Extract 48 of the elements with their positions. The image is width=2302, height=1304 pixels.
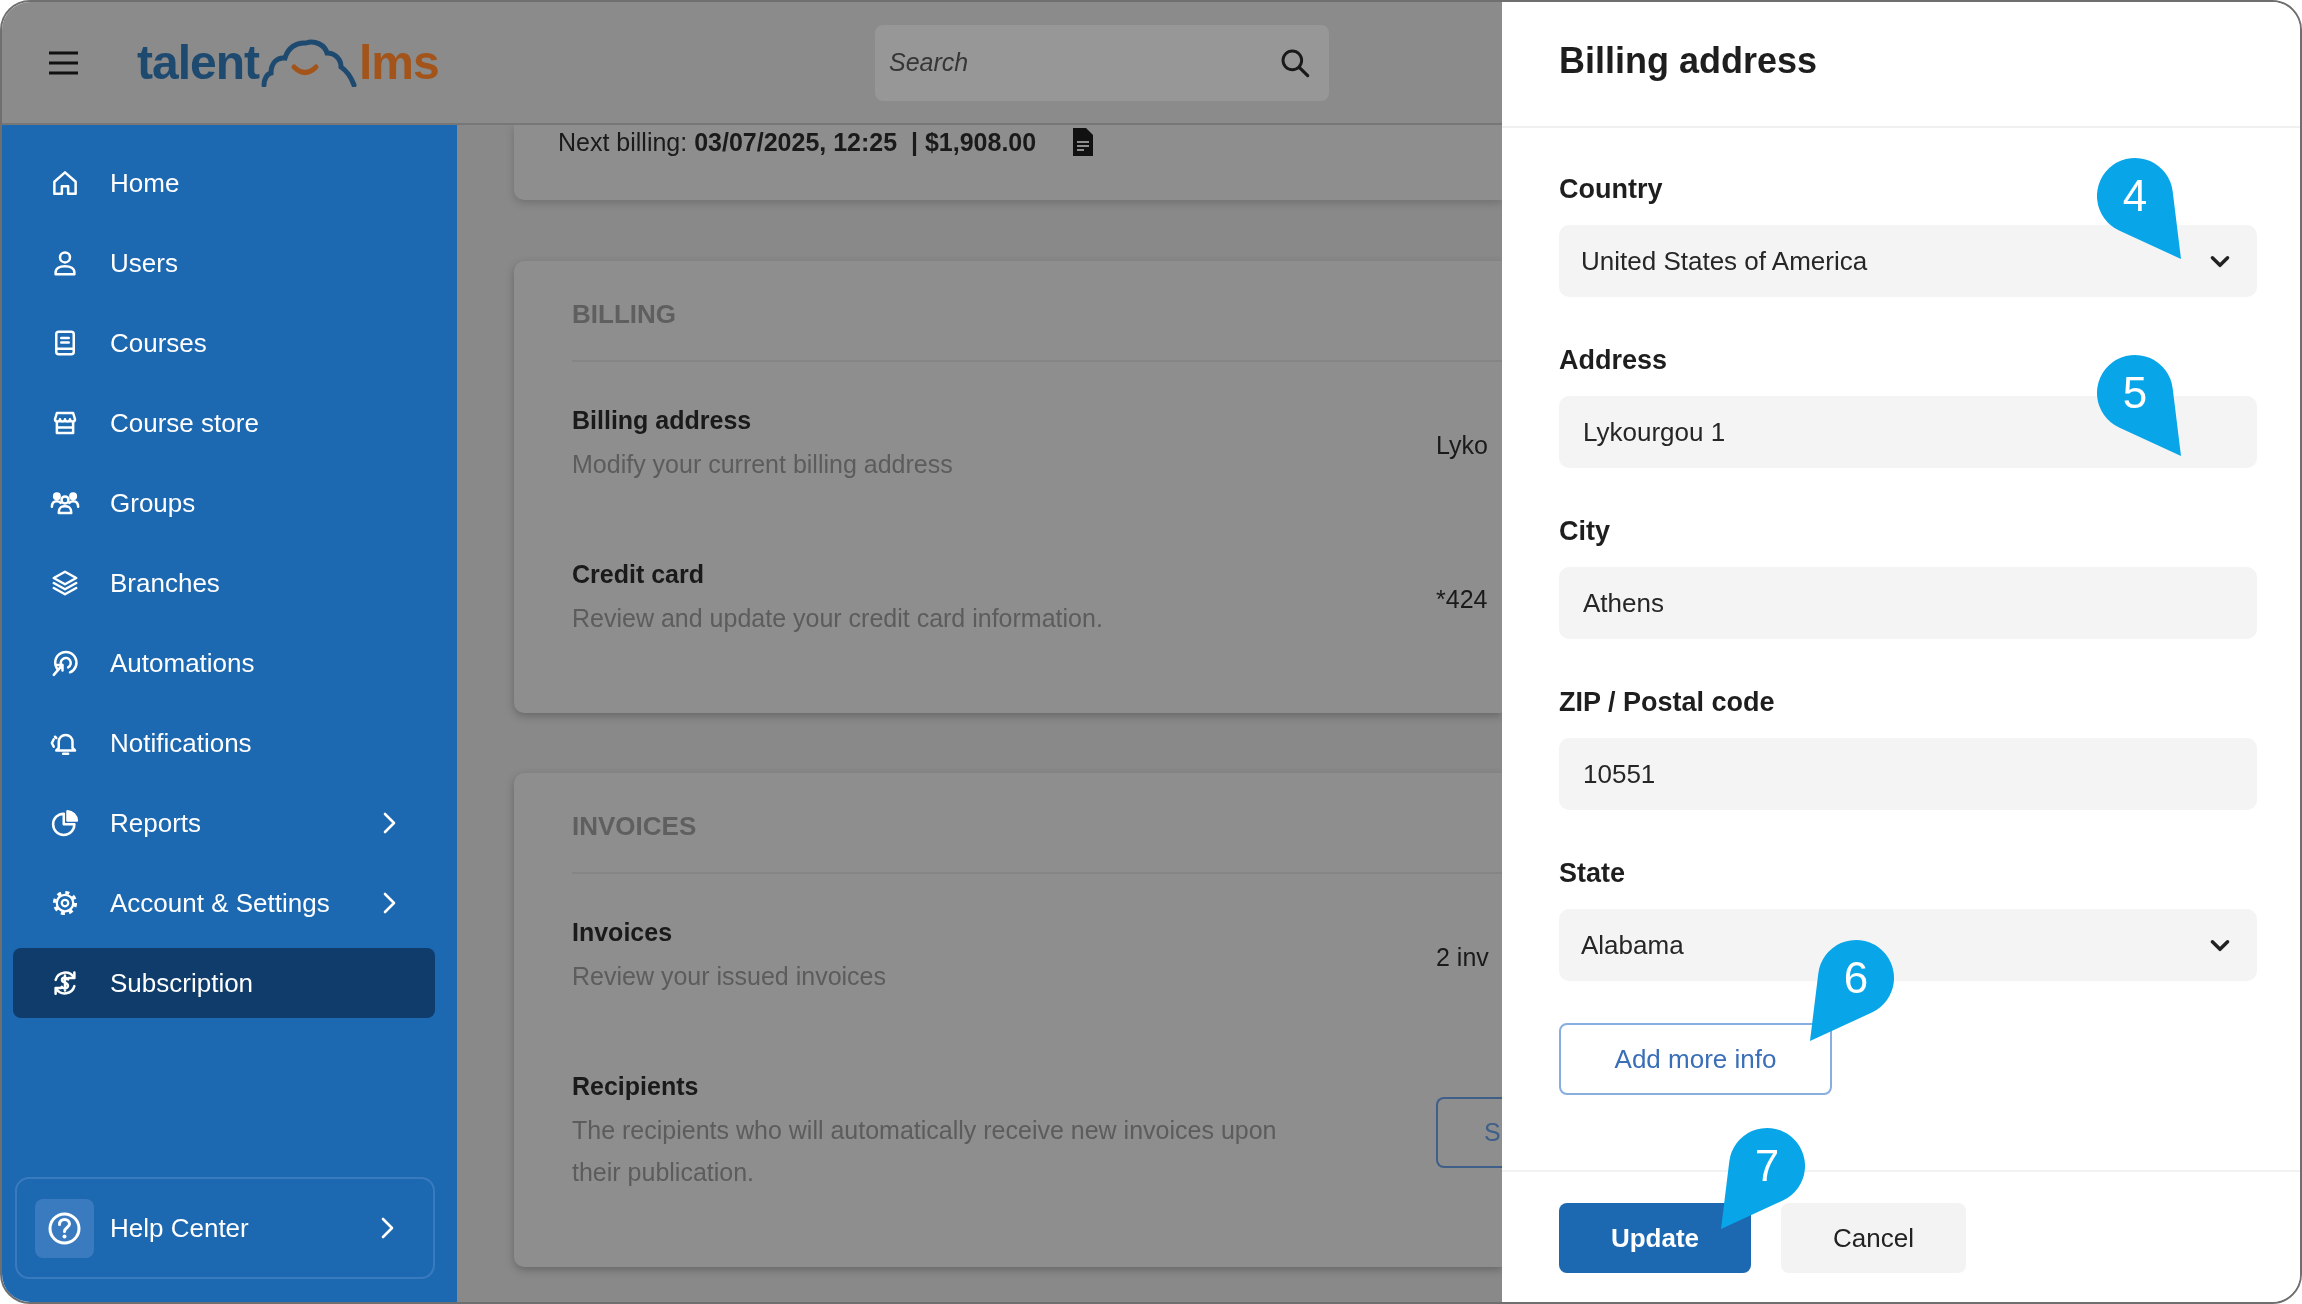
field-label: Address: [1559, 344, 1668, 377]
field-label: Country: [1559, 173, 1663, 206]
home-icon: [50, 168, 80, 198]
field-label: ZIP / Postal code: [1559, 686, 1775, 719]
step-callout: 6: [1808, 938, 1896, 1043]
row-value: Lyko: [1436, 430, 1488, 460]
menu-icon[interactable]: [48, 49, 79, 76]
row-title: Credit card: [572, 559, 704, 589]
sidebar-item[interactable]: Courses: [13, 308, 435, 378]
step-callout: 7: [1719, 1126, 1807, 1231]
help-icon: [35, 1198, 94, 1258]
row-title: Recipients: [572, 1071, 699, 1101]
layers-icon: [50, 568, 80, 598]
sidebar-item[interactable]: Groups: [13, 468, 435, 538]
sidebar-item[interactable]: Course store: [13, 388, 435, 458]
gear-icon: [50, 888, 80, 918]
row-value: *424: [1436, 584, 1488, 614]
step-callout: 4: [2095, 156, 2183, 261]
circular-arrow-icon: [50, 648, 80, 678]
sidebar-item[interactable]: Automations: [13, 628, 435, 698]
help-center-button[interactable]: Help Center: [15, 1177, 435, 1279]
outline-button[interactable]: Add more info: [1559, 1023, 1832, 1095]
panel-title: Billing address: [1559, 40, 1818, 82]
primary-button[interactable]: Update: [1559, 1203, 1751, 1273]
row-title: Invoices: [572, 917, 673, 947]
text-field[interactable]: 10551: [1559, 738, 2257, 810]
step-callout: 5: [2095, 353, 2183, 458]
field-label: State: [1559, 857, 1626, 890]
document-icon[interactable]: [1072, 127, 1095, 157]
sidebar-item[interactable]: Account & Settings: [13, 868, 435, 938]
search-field[interactable]: Search: [875, 24, 1329, 101]
dropdown-field[interactable]: United States of America: [1559, 225, 2257, 297]
text-field[interactable]: Athens: [1559, 567, 2257, 639]
sidebar-item[interactable]: Branches: [13, 548, 435, 618]
sidebar-item[interactable]: Subscription: [13, 948, 435, 1018]
secondary-button[interactable]: Cancel: [1781, 1203, 1966, 1273]
logo-text: talent: [137, 34, 259, 91]
sidebar-item[interactable]: Home: [13, 148, 435, 218]
billing-summary-text: Next billing: 03/07/2025, 12:25 | $1,908.00: [558, 127, 1037, 158]
logo-text: lms: [359, 34, 439, 91]
pie-chart-icon: [50, 808, 80, 838]
row-value: 2 inv: [1436, 942, 1489, 972]
cloud-logo-icon: [261, 38, 357, 87]
sidebar-item[interactable]: Notifications: [13, 708, 435, 778]
sidebar-item[interactable]: Reports: [13, 788, 435, 858]
field-label: City: [1559, 515, 1610, 548]
sidebar-item[interactable]: Users: [13, 228, 435, 298]
row-title: Billing address: [572, 405, 752, 435]
